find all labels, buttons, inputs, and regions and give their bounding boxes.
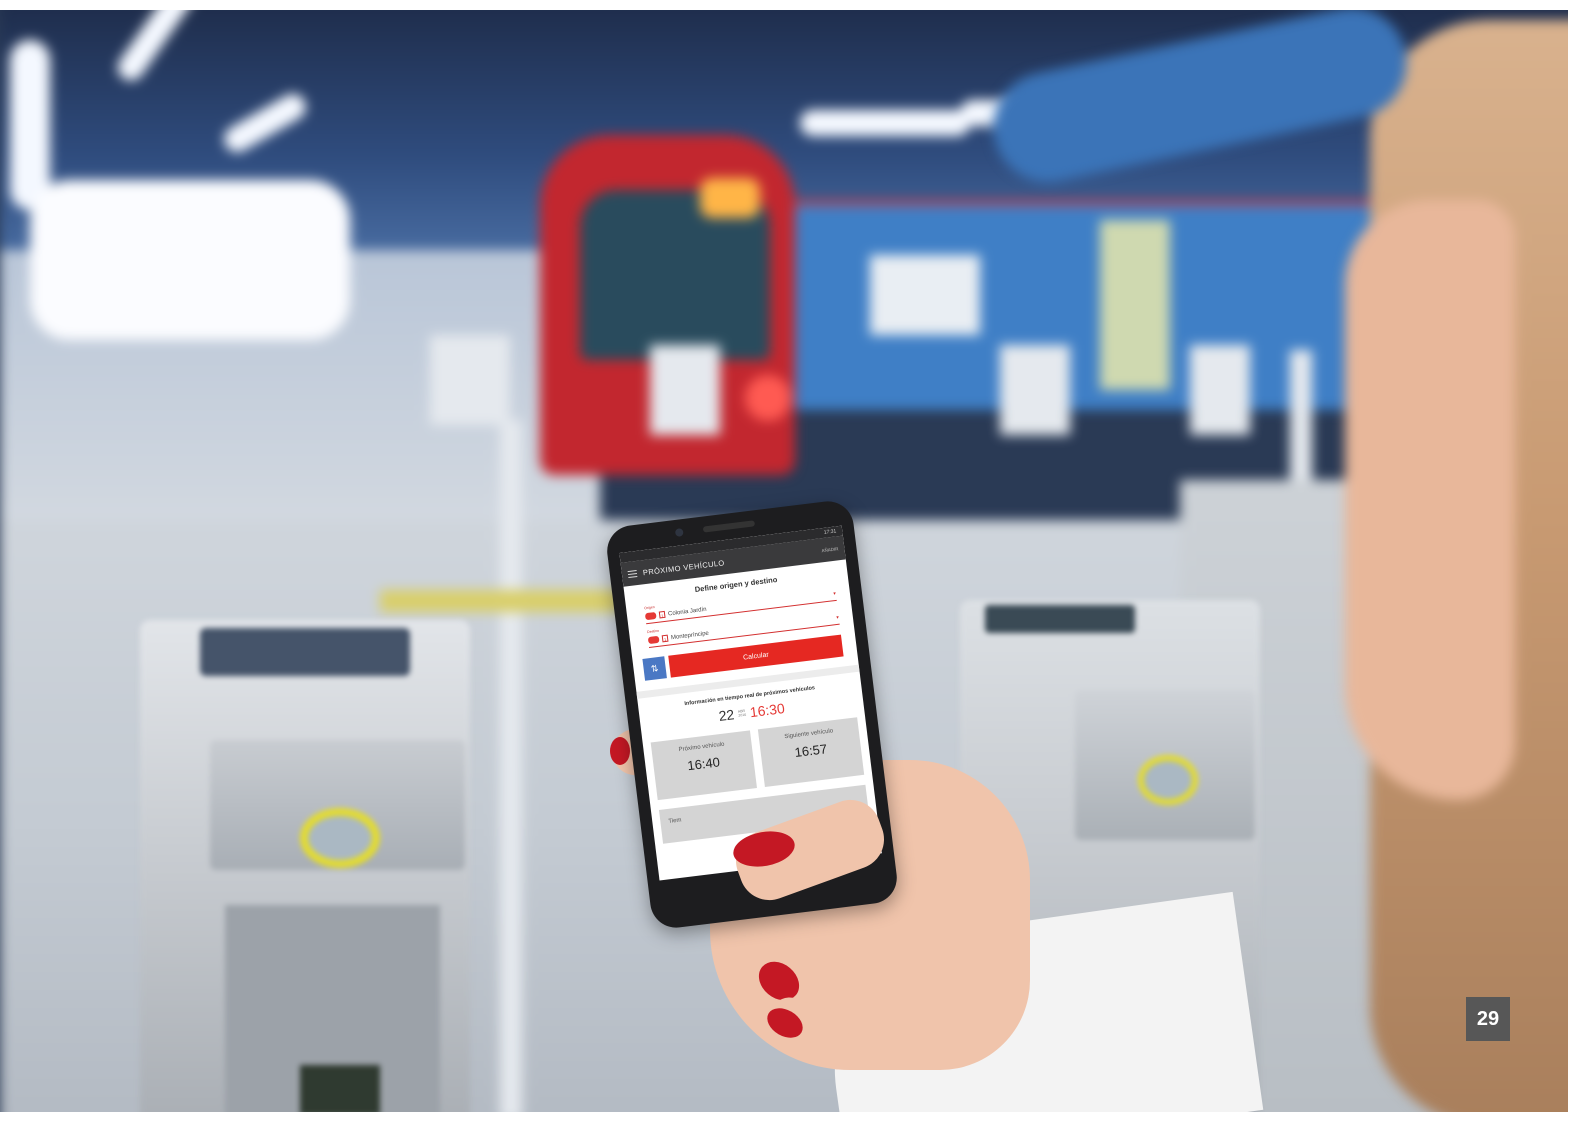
following-vehicle-time: 16:57 <box>793 740 828 760</box>
card-reader-ring <box>300 808 380 868</box>
card-reader-ring <box>1138 755 1198 805</box>
following-vehicle-label: Siguiente vehículo <box>784 727 834 740</box>
light-glow <box>30 180 350 340</box>
date-day: 22 <box>717 705 736 724</box>
next-vehicle-card[interactable]: Próximo vehículo 16:40 <box>650 729 757 800</box>
speaker-grille <box>702 520 756 533</box>
line-badge: 1 <box>658 610 666 619</box>
travel-time-label: Tiem <box>668 816 682 825</box>
status-time: 17:31 <box>823 528 837 536</box>
wall-poster <box>870 255 980 335</box>
tram-taillight <box>745 375 791 421</box>
date-month-year: ABR 2016 <box>738 708 747 717</box>
swap-button[interactable]: ⇅ <box>642 656 667 681</box>
metro-logo-icon <box>644 611 657 621</box>
turnstile-display <box>985 605 1135 633</box>
metro-logo-icon <box>647 635 660 645</box>
tram-headlight <box>700 178 760 218</box>
ceiling-light <box>10 40 50 210</box>
chevron-down-icon: ▾ <box>833 590 837 597</box>
next-vehicle-label: Próximo vehículo <box>678 741 725 753</box>
page-border-top <box>0 0 1588 10</box>
sign-post <box>430 335 510 425</box>
pole <box>500 420 522 1120</box>
fingernail <box>610 737 630 765</box>
following-vehicle-card[interactable]: Siguiente vehículo 16:57 <box>757 716 865 787</box>
sign-post <box>1000 345 1070 435</box>
line-badge: 1 <box>661 634 669 643</box>
swap-arrows-icon: ⇅ <box>650 662 659 674</box>
date-year: 2016 <box>738 712 747 718</box>
page-border-right <box>1568 0 1588 1127</box>
page-number-badge: 29 <box>1466 997 1510 1041</box>
face <box>1345 200 1515 800</box>
ceiling-light <box>800 110 970 136</box>
page-border-bottom <box>0 1112 1588 1127</box>
platform-edge-line <box>380 590 620 612</box>
next-vehicle-time: 16:40 <box>686 753 721 773</box>
turnstile-screen <box>300 1065 380 1115</box>
menu-icon[interactable] <box>627 569 638 578</box>
chevron-down-icon: ▾ <box>835 614 840 621</box>
sign-post <box>650 345 720 435</box>
camera-icon <box>674 528 684 537</box>
turnstile-display <box>200 628 410 676</box>
current-time: 16:30 <box>748 699 786 720</box>
wall-poster <box>1100 220 1170 390</box>
photo-scene: 17:31 PRÓXIMO VEHÍCULO AÑADIR Define ori… <box>0 0 1588 1127</box>
header-action-button[interactable]: AÑADIR <box>821 546 838 553</box>
sign-post <box>1190 345 1250 435</box>
